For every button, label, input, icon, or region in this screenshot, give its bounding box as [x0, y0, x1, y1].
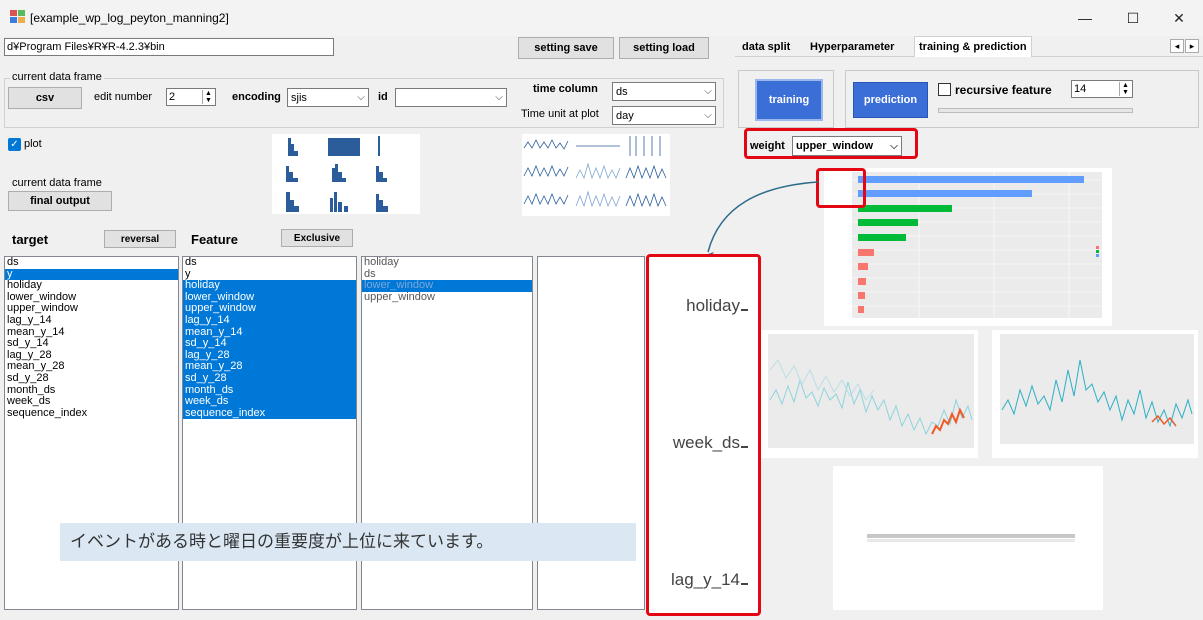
recursive-stepper[interactable]: 14 ▲ ▼ [1071, 80, 1133, 98]
target-label: target [12, 232, 49, 247]
current-data-frame-label: current data frame [12, 177, 102, 189]
tab-scroll-left-icon[interactable]: ◂ [1170, 39, 1184, 53]
list-item[interactable]: sd_y_28 [183, 372, 356, 385]
list-item[interactable]: lower_window [5, 292, 178, 304]
callout-arrow [690, 176, 830, 266]
list-item[interactable]: lag_y_14 [183, 314, 356, 327]
list-item[interactable]: y [5, 268, 178, 281]
time-column-label: time column [533, 83, 598, 95]
list-item[interactable]: sd_y_14 [183, 338, 356, 350]
chevron-down-icon: ⌵ [357, 92, 365, 103]
edit-number-stepper[interactable]: 2 ▲ ▼ [166, 88, 216, 106]
list-item[interactable]: holiday [183, 280, 356, 292]
id-label: id [378, 91, 388, 103]
list-item[interactable]: ds [5, 257, 178, 269]
list-item[interactable]: holiday [5, 280, 178, 292]
list-item[interactable]: week_ds [5, 396, 178, 408]
list-item[interactable]: lag_y_14 [5, 315, 178, 327]
tab-scroll-right-icon[interactable]: ▸ [1185, 39, 1199, 53]
chevron-down-icon: ⌵ [704, 86, 712, 97]
setting-load-button[interactable]: setting load [619, 37, 709, 59]
forecast-plot-1 [760, 330, 978, 458]
time-unit-label: Time unit at plot [521, 108, 599, 120]
recursive-checkbox[interactable] [938, 83, 951, 96]
list-item[interactable]: upper_window [362, 292, 532, 304]
list-item[interactable]: lower_window [183, 291, 356, 304]
time-column-select[interactable]: ds ⌵ [612, 82, 716, 101]
training-button[interactable]: training [755, 79, 823, 121]
list-item[interactable]: sd_y_14 [5, 338, 178, 350]
weight-label: weight [750, 140, 785, 152]
histogram-thumbnails [272, 134, 420, 214]
plot-label: plot [24, 138, 42, 150]
caption-banner: イベントがある時と曜日の重要度が上位に来ています。 [60, 523, 636, 561]
tab-0[interactable]: data split [738, 38, 794, 56]
result-table [833, 466, 1103, 610]
timeseries-thumbnails [522, 134, 670, 216]
maximize-icon[interactable]: ☐ [1121, 8, 1145, 28]
window-title: [example_wp_log_peyton_manning2] [30, 11, 229, 25]
list-item[interactable]: sd_y_28 [5, 373, 178, 385]
id-select[interactable]: ⌵ [395, 88, 507, 107]
minimize-icon[interactable]: — [1073, 8, 1097, 28]
forecast-plot-2 [992, 330, 1198, 458]
list-item[interactable]: upper_window [5, 303, 178, 315]
list-item[interactable]: month_ds [5, 385, 178, 397]
csv-button[interactable]: csv [8, 87, 82, 109]
list-item[interactable]: month_ds [183, 384, 356, 397]
recursive-label: recursive feature [955, 83, 1052, 97]
group-title: current data frame [10, 71, 104, 83]
stepper-arrows-icon[interactable]: ▲ ▼ [202, 90, 214, 104]
zoom-label-2: week_ds [672, 433, 740, 452]
list-item[interactable]: ds [183, 257, 356, 269]
list-item[interactable]: lower_window [362, 280, 532, 292]
prediction-button[interactable]: prediction [853, 82, 928, 118]
chevron-down-icon: ⌵ [495, 92, 503, 103]
list-item[interactable]: lag_y_28 [5, 350, 178, 362]
exclusive-button[interactable]: Exclusive [281, 229, 353, 247]
plot-checkbox[interactable]: ✓ [8, 138, 21, 151]
progress-bar [938, 108, 1133, 113]
time-unit-select[interactable]: day ⌵ [612, 106, 716, 125]
tab-2[interactable]: training & prediction [914, 36, 1032, 57]
list-item[interactable]: upper_window [183, 303, 356, 315]
list-item[interactable]: y [183, 269, 356, 281]
edit-number-label: edit number [94, 91, 153, 103]
encoding-label: encoding [232, 91, 281, 103]
zoom-label-1: holiday [686, 296, 740, 315]
chevron-down-icon: ⌵ [890, 140, 898, 152]
list-item[interactable]: sequence_index [183, 407, 356, 420]
close-icon[interactable]: ✕ [1167, 8, 1191, 28]
list-item[interactable]: week_ds [183, 396, 356, 408]
list-item[interactable]: lag_y_28 [183, 349, 356, 362]
list-item[interactable]: mean_y_14 [183, 326, 356, 339]
feature-label: Feature [191, 232, 238, 247]
tab-1[interactable]: Hyperparameter [806, 38, 898, 56]
importance-plot [824, 168, 1112, 326]
weight-select[interactable]: upper_window ⌵ [792, 136, 902, 156]
list-item[interactable]: sequence_index [5, 408, 178, 420]
encoding-select[interactable]: sjis ⌵ [287, 88, 369, 107]
stepper-arrows-icon[interactable]: ▲ ▼ [1119, 82, 1131, 96]
zoom-label-3: lag_y_14 [670, 570, 740, 589]
setting-save-button[interactable]: setting save [518, 37, 614, 59]
list-item[interactable]: ds [362, 269, 532, 281]
app-icon [10, 10, 26, 24]
reversal-button[interactable]: reversal [104, 230, 176, 248]
list-item[interactable]: mean_y_14 [5, 327, 178, 339]
chevron-down-icon: ⌵ [704, 110, 712, 121]
list-item[interactable]: mean_y_28 [183, 361, 356, 373]
list-item[interactable]: holiday [362, 257, 532, 269]
list-item[interactable]: mean_y_28 [5, 361, 178, 373]
r-path-input[interactable]: d¥Program Files¥R¥R-4.2.3¥bin [4, 38, 334, 56]
final-output-button[interactable]: final output [8, 191, 112, 211]
